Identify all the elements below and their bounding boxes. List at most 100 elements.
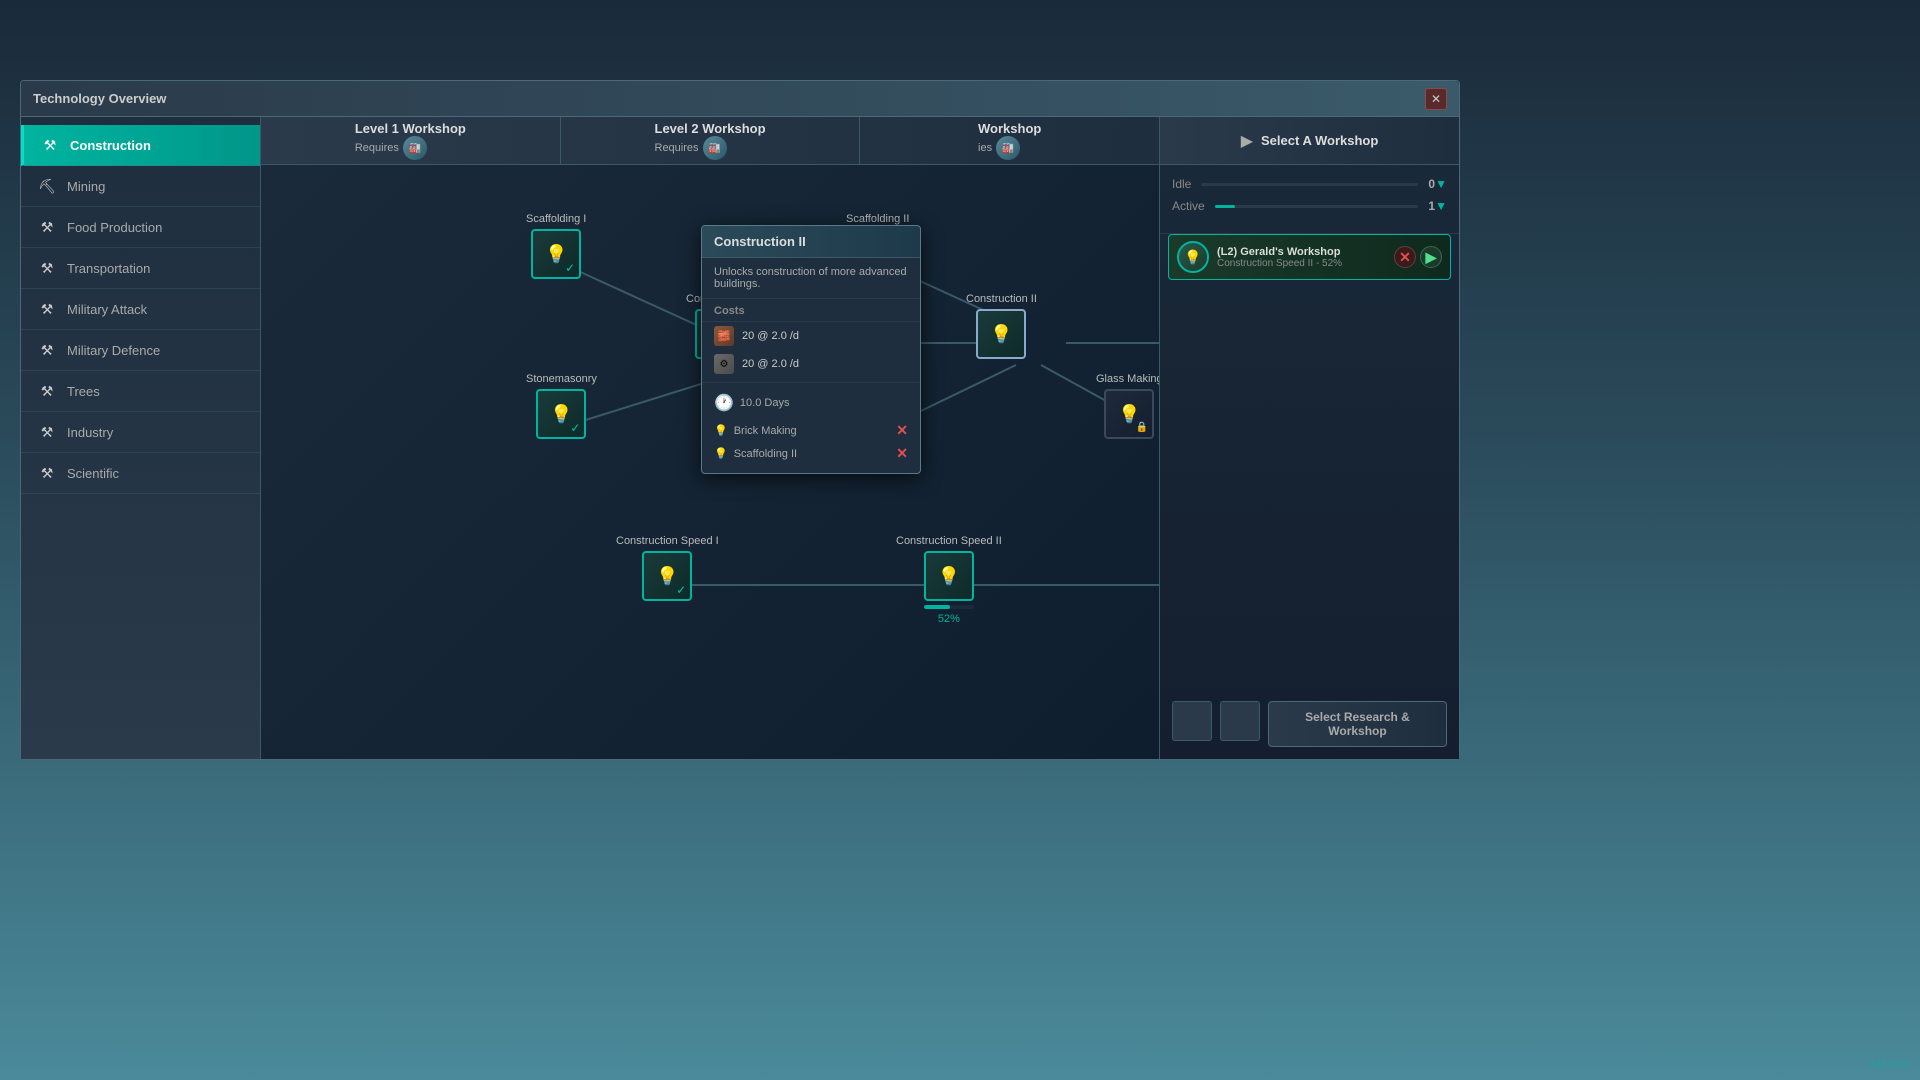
scaffolding-2-label: Scaffolding II bbox=[846, 213, 909, 225]
sidebar-item-food-production[interactable]: ⚒ Food Production bbox=[21, 207, 260, 248]
stonemasonry-icon[interactable]: 💡 ✓ bbox=[536, 389, 586, 439]
remove-workshop-button[interactable]: ✕ bbox=[1394, 246, 1416, 268]
workshop-title-3: Workshop bbox=[978, 121, 1041, 136]
cost-icon-2: ⚙ bbox=[714, 354, 734, 374]
mining-icon: ⛏ bbox=[37, 176, 57, 196]
select-research-button[interactable]: Select Research & Workshop bbox=[1268, 701, 1447, 747]
construction-icon: ⚒ bbox=[40, 135, 60, 155]
sidebar-label-trees: Trees bbox=[67, 384, 100, 399]
tooltip-description: Unlocks construction of more advanced bu… bbox=[702, 258, 920, 299]
transportation-icon: ⚒ bbox=[37, 258, 57, 278]
sidebar-label-food: Food Production bbox=[67, 220, 162, 235]
req-brick-making-x: ✕ bbox=[896, 422, 908, 439]
arrow-right-icon: ▶ bbox=[1241, 131, 1253, 151]
select-research-area: Select Research & Workshop bbox=[1160, 689, 1459, 759]
military-defence-icon: ⚒ bbox=[37, 340, 57, 360]
tech-node-construction-speed-1[interactable]: Construction Speed I 💡 ✓ bbox=[616, 535, 719, 601]
sidebar-item-scientific[interactable]: ⚒ Scientific bbox=[21, 453, 260, 494]
sidebar-item-industry[interactable]: ⚒ Industry bbox=[21, 412, 260, 453]
cost-icon-1: 🧱 bbox=[714, 326, 734, 346]
workshop-item-info: (L2) Gerald's Workshop Construction Spee… bbox=[1217, 246, 1386, 269]
bulb-stonemasonry: 💡 bbox=[550, 404, 572, 425]
active-stat-row: Active 1 ▼ bbox=[1172, 199, 1447, 213]
idle-label: Idle bbox=[1172, 177, 1191, 191]
workshop-requires-3: ies bbox=[978, 142, 992, 154]
sidebar-item-trees[interactable]: ⚒ Trees bbox=[21, 371, 260, 412]
workshop-item-icon: 💡 bbox=[1177, 241, 1209, 273]
sidebar-item-military-attack[interactable]: ⚒ Military Attack bbox=[21, 289, 260, 330]
lock-glass-making: 🔒 bbox=[1136, 422, 1148, 433]
close-button[interactable]: ✕ bbox=[1425, 88, 1447, 110]
cs2-progress-bar bbox=[924, 605, 974, 609]
bulb-cs1: 💡 bbox=[656, 566, 678, 587]
cost-value-2: 20 @ 2.0 /d bbox=[742, 358, 799, 370]
window-title: Technology Overview bbox=[33, 91, 166, 106]
sidebar-item-military-defence[interactable]: ⚒ Military Defence bbox=[21, 330, 260, 371]
food-icon: ⚒ bbox=[37, 217, 57, 237]
glass-making-icon[interactable]: 💡 🔒 bbox=[1104, 389, 1154, 439]
tech-node-construction-speed-2[interactable]: Construction Speed II 💡 52% bbox=[896, 535, 1002, 625]
bulb-construction-2: 💡 bbox=[990, 324, 1012, 345]
idle-stat-row: Idle 0 ▼ bbox=[1172, 177, 1447, 191]
sidebar-label-military-defence: Military Defence bbox=[67, 343, 160, 358]
construction-speed-1-icon[interactable]: 💡 ✓ bbox=[642, 551, 692, 601]
watermark: xzji.com bbox=[1870, 1058, 1910, 1070]
check-cs1: ✓ bbox=[676, 583, 686, 597]
tooltip-time: 10.0 Days bbox=[740, 397, 790, 409]
tooltip-cost-row-1: 🧱 20 @ 2.0 /d bbox=[702, 322, 920, 350]
workshop-item[interactable]: 💡 (L2) Gerald's Workshop Construction Sp… bbox=[1168, 234, 1451, 280]
right-panel: ▶ Select A Workshop Idle 0 ▼ Active bbox=[1159, 117, 1459, 759]
clock-icon: 🕐 bbox=[714, 393, 734, 413]
sidebar-label-mining: Mining bbox=[67, 179, 105, 194]
military-attack-icon: ⚒ bbox=[37, 299, 57, 319]
scaffolding-1-icon[interactable]: 💡 ✓ bbox=[531, 229, 581, 279]
workshop-icon-1: 🏭 bbox=[403, 136, 427, 160]
workshop-header: Level 1 Workshop Requires 🏭 Level 2 Work… bbox=[261, 117, 1159, 165]
idle-dropdown[interactable]: ▼ bbox=[1435, 177, 1447, 191]
select-research-label: Select Research & Workshop bbox=[1277, 710, 1438, 738]
tooltip-cost-row-2: ⚙ 20 @ 2.0 /d bbox=[702, 350, 920, 378]
sidebar-item-construction[interactable]: ⚒ Construction bbox=[21, 125, 260, 166]
research-thumb-2 bbox=[1220, 701, 1260, 741]
construction-2-label: Construction II bbox=[966, 293, 1037, 305]
cost-value-1: 20 @ 2.0 /d bbox=[742, 330, 799, 342]
workshop-item-actions: ✕ ▶ bbox=[1394, 246, 1442, 268]
workshop-requires-2: Requires bbox=[655, 142, 699, 154]
tooltip-costs-header: Costs bbox=[702, 299, 920, 322]
tech-node-construction-2[interactable]: Construction II 💡 bbox=[966, 293, 1037, 359]
sidebar-label-construction: Construction bbox=[70, 138, 151, 153]
workshop-title-1: Level 1 Workshop bbox=[355, 121, 466, 136]
sidebar-label-transportation: Transportation bbox=[67, 261, 150, 276]
sidebar-item-mining[interactable]: ⛏ Mining bbox=[21, 166, 260, 207]
title-bar: Technology Overview ✕ bbox=[21, 81, 1459, 117]
tech-node-stonemasonry[interactable]: Stonemasonry 💡 ✓ bbox=[526, 373, 597, 439]
construction-speed-2-icon[interactable]: 💡 bbox=[924, 551, 974, 601]
stonemasonry-label: Stonemasonry bbox=[526, 373, 597, 385]
sidebar-label-scientific: Scientific bbox=[67, 466, 119, 481]
construction-2-icon[interactable]: 💡 bbox=[976, 309, 1026, 359]
tech-node-scaffolding-1[interactable]: Scaffolding I 💡 ✓ bbox=[526, 213, 586, 279]
tech-node-glass-making[interactable]: Glass Making 💡 🔒 bbox=[1096, 373, 1159, 439]
right-panel-title: Select A Workshop bbox=[1261, 133, 1378, 148]
workshop-requires-1: Requires bbox=[355, 142, 399, 154]
cs2-progress-label: 52% bbox=[938, 613, 960, 625]
req-scaffolding-2-label: 💡 Scaffolding II bbox=[714, 447, 797, 460]
workshop-col-2: Level 2 Workshop Requires 🏭 bbox=[561, 117, 861, 164]
sidebar-item-transportation[interactable]: ⚒ Transportation bbox=[21, 248, 260, 289]
research-thumb-1 bbox=[1172, 701, 1212, 741]
active-bar-fill bbox=[1215, 205, 1235, 208]
bulb-scaffolding-1: 💡 bbox=[545, 244, 567, 265]
scaffolding-1-label: Scaffolding I bbox=[526, 213, 586, 225]
idle-value: 0 bbox=[1428, 177, 1435, 191]
sidebar-label-military-attack: Military Attack bbox=[67, 302, 147, 317]
req-bulb-1: 💡 bbox=[714, 424, 728, 437]
active-dropdown[interactable]: ▼ bbox=[1435, 199, 1447, 213]
bulb-cs2: 💡 bbox=[938, 566, 960, 587]
cs2-progress-fill bbox=[924, 605, 950, 609]
tooltip-popup: Construction II Unlocks construction of … bbox=[701, 225, 921, 474]
tech-tree: Scaffolding I 💡 ✓ Construction I 💡 ✓ bbox=[261, 165, 1159, 759]
sidebar: ⚒ Construction ⛏ Mining ⚒ Food Productio… bbox=[21, 117, 261, 759]
req-brick-making-label: 💡 Brick Making bbox=[714, 424, 797, 437]
construction-speed-2-label: Construction Speed II bbox=[896, 535, 1002, 547]
confirm-workshop-button[interactable]: ▶ bbox=[1420, 246, 1442, 268]
